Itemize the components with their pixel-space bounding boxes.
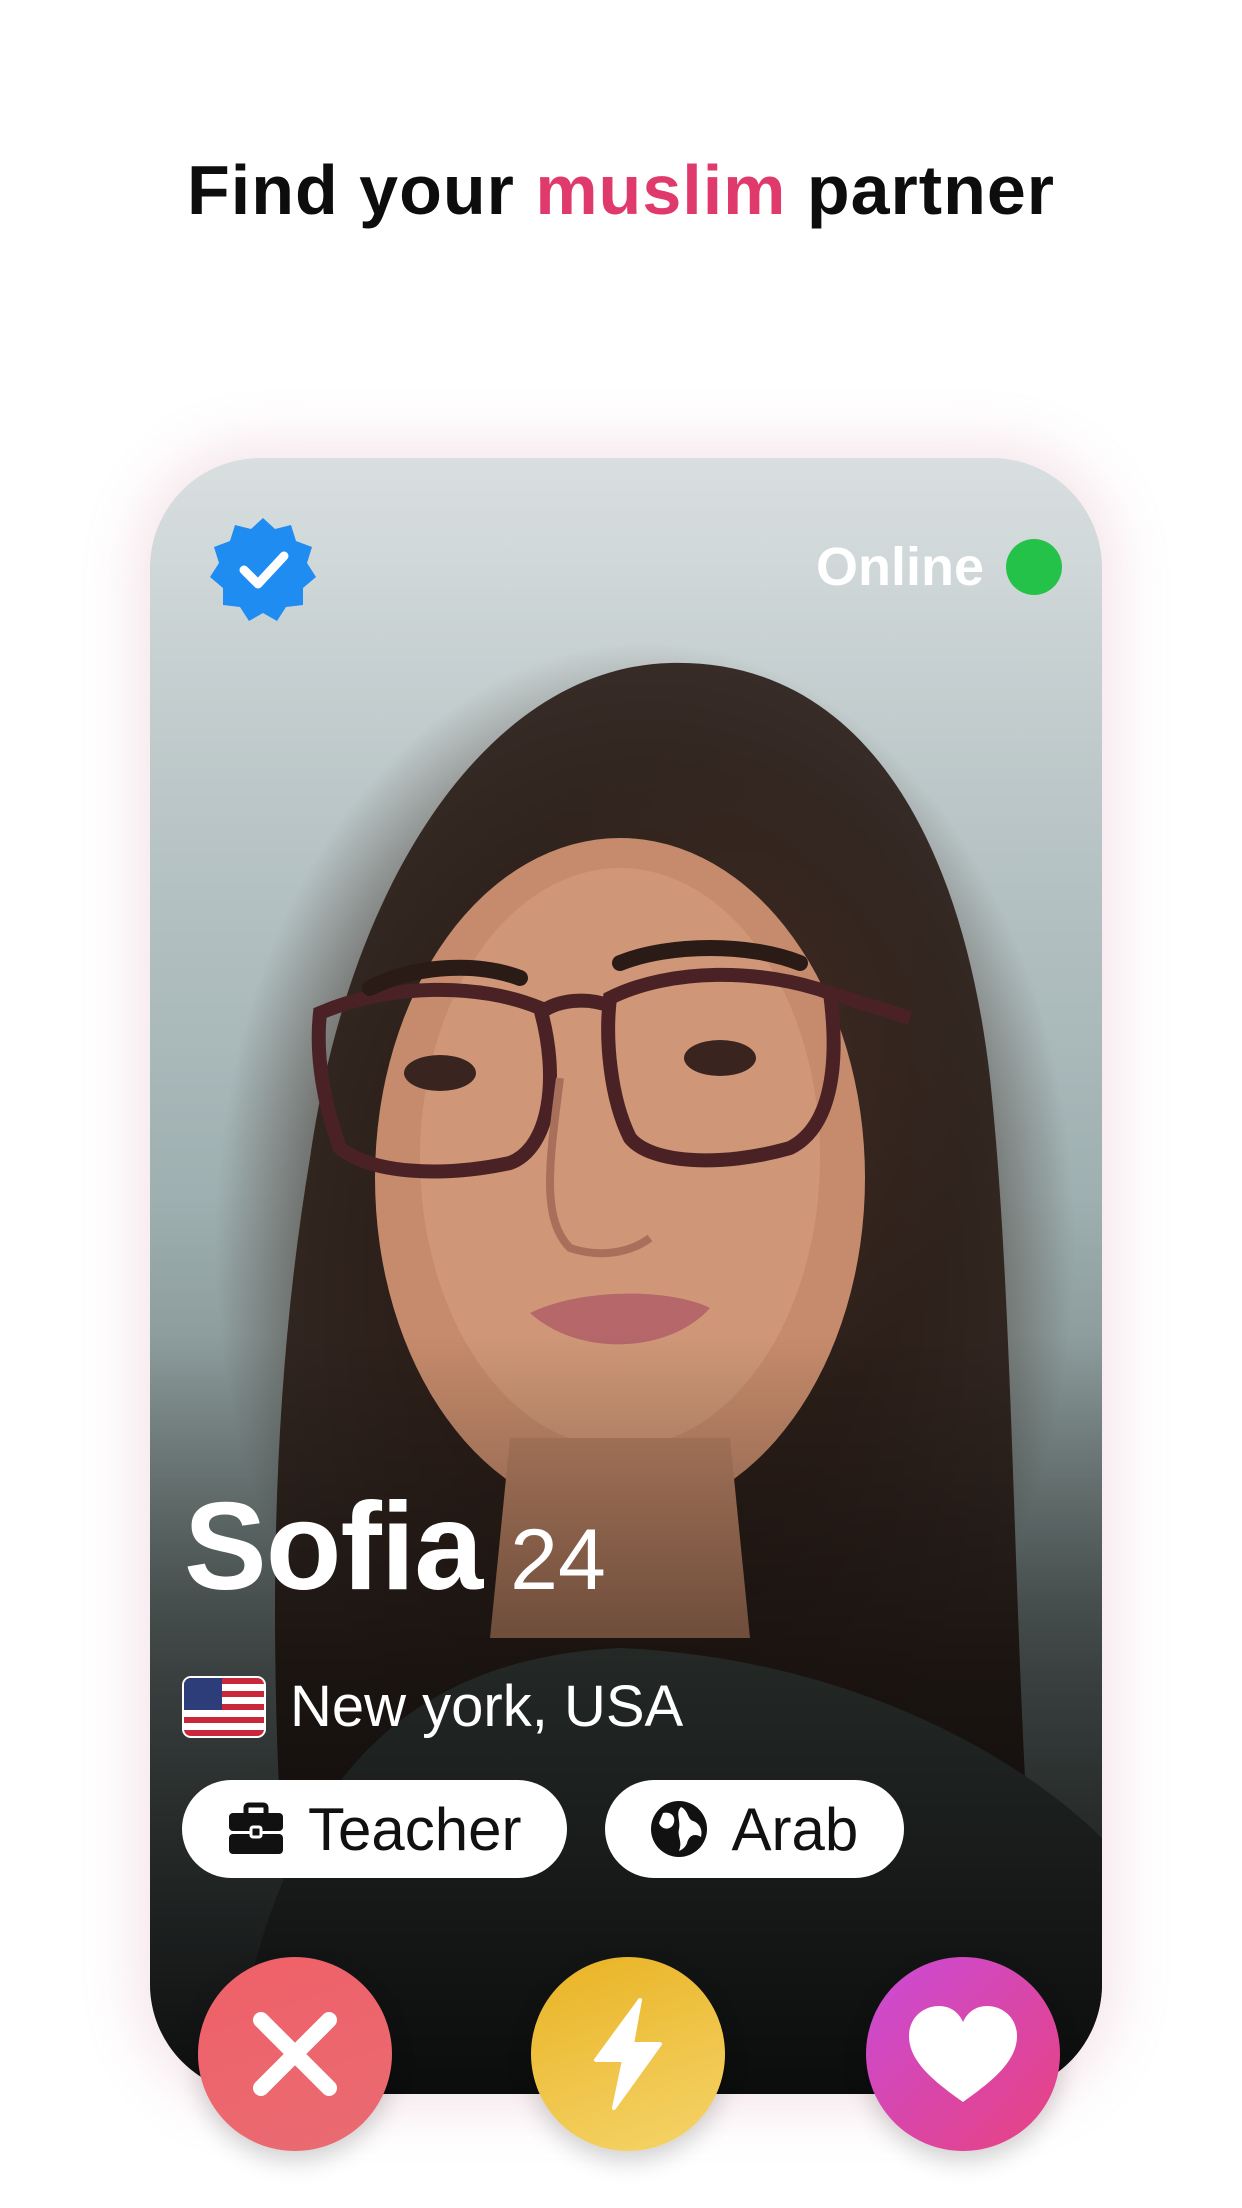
globe-icon bbox=[651, 1801, 708, 1857]
headline-end: partner bbox=[806, 151, 1056, 229]
briefcase-icon bbox=[229, 1802, 283, 1854]
profile-location: New york, USA bbox=[182, 1673, 683, 1740]
tag-ethnicity-label: Arab bbox=[731, 1795, 859, 1863]
online-label: Online bbox=[815, 537, 984, 597]
page-title: Find your muslim partner bbox=[0, 150, 1242, 230]
us-flag-icon bbox=[182, 1675, 266, 1738]
headline-start: Find your bbox=[186, 151, 515, 229]
online-dot-icon bbox=[1006, 539, 1062, 595]
like-button[interactable] bbox=[866, 1957, 1060, 2151]
online-status: Online bbox=[816, 536, 1062, 598]
headline-accent: muslim bbox=[535, 151, 787, 229]
profile-name-row: Sofia 24 bbox=[184, 1476, 606, 1618]
tag-ethnicity[interactable]: Arab bbox=[605, 1780, 905, 1878]
profile-name: Sofia bbox=[184, 1478, 483, 1616]
pass-button[interactable] bbox=[198, 1957, 392, 2151]
profile-card[interactable]: Online Sofia 24 New york, USA Teacher Ar… bbox=[150, 458, 1102, 2094]
location-label: New york, USA bbox=[290, 1674, 684, 1739]
tag-occupation[interactable]: Teacher bbox=[182, 1780, 568, 1878]
profile-tags: Teacher Arab bbox=[182, 1780, 905, 1878]
close-icon bbox=[253, 2012, 337, 2096]
boost-button[interactable] bbox=[531, 1957, 725, 2151]
profile-age: 24 bbox=[510, 1512, 606, 1608]
lightning-icon bbox=[594, 1998, 662, 2110]
verified-badge-icon bbox=[208, 514, 318, 624]
tag-occupation-label: Teacher bbox=[308, 1795, 522, 1863]
heart-icon bbox=[909, 2006, 1017, 2102]
